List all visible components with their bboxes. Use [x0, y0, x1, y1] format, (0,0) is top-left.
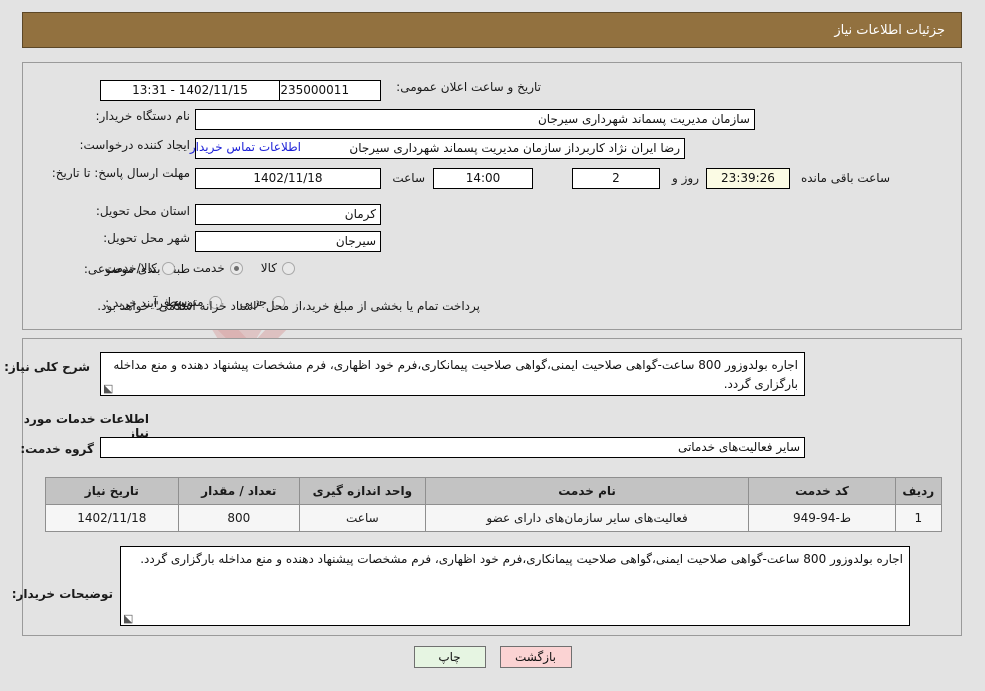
page-header: جزئیات اطلاعات نیاز: [22, 12, 962, 48]
buyer-org-label-row: نام دستگاه خریدار:: [96, 109, 191, 123]
buyer-notes-label: توضیحات خریدار:: [11, 587, 113, 601]
cell-service-code: ط-94-949: [748, 504, 896, 532]
resize-grip-icon[interactable]: ◪: [123, 612, 133, 625]
deadline-label: مهلت ارسال پاسخ: تا تاریخ:: [51, 166, 190, 180]
deadline-label-row: مهلت ارسال پاسخ: تا تاریخ:: [52, 165, 190, 181]
remaining-days-input[interactable]: 2: [572, 168, 660, 189]
radio-option-goods[interactable]: کالا: [261, 261, 295, 275]
announce-datetime-label-row: تاریخ و ساعت اعلان عمومی:: [396, 80, 541, 94]
radio-circle-icon[interactable]: [282, 261, 295, 275]
creator-label-row: ایجاد کننده درخواست:: [79, 138, 190, 152]
summary-textarea[interactable]: اجاره بولدوزور 800 ساعت-گواهی صلاحیت ایم…: [100, 352, 805, 396]
city-label-row: شهر محل تحویل:: [103, 231, 190, 245]
deadline-hour-label: ساعت: [392, 171, 425, 185]
deadline-time-input[interactable]: 14:00: [433, 168, 533, 189]
table-row: 1 ط-94-949 فعالیت‌های سایر سازمان‌های دا…: [45, 504, 943, 532]
col-unit: واحد اندازه گیری: [298, 477, 426, 505]
resize-grip-icon[interactable]: ◪: [103, 382, 113, 395]
days-label: روز و: [672, 171, 699, 185]
radio-option-goods-service[interactable]: کالا/خدمت: [105, 261, 175, 275]
table-header-row: ردیف کد خدمت نام خدمت واحد اندازه گیری ت…: [45, 477, 943, 505]
col-row-no: ردیف: [894, 477, 943, 505]
service-group-input[interactable]: سایر فعالیت‌های خدماتی: [100, 437, 805, 458]
print-button[interactable]: چاپ: [413, 646, 486, 668]
footer-actions: بازگشت چاپ: [0, 646, 985, 668]
buyer-notes-text: اجاره بولدوزور 800 ساعت-گواهی صلاحیت ایم…: [140, 552, 903, 566]
city-input[interactable]: سیرجان: [195, 231, 381, 252]
radio-label-goods: کالا: [260, 261, 277, 275]
deadline-date-input[interactable]: 1402/11/18: [195, 168, 381, 189]
radio-option-service[interactable]: خدمت: [193, 261, 243, 275]
buyer-notes-textarea[interactable]: اجاره بولدوزور 800 ساعت-گواهی صلاحیت ایم…: [120, 546, 910, 626]
process-type-note: پرداخت تمام یا بخشی از مبلغ خرید،از محل …: [97, 299, 480, 313]
col-service-code: کد خدمت: [748, 477, 896, 505]
buyer-org-input[interactable]: سازمان مدیریت پسماند شهرداری سیرجان: [195, 109, 755, 130]
announce-datetime-label: تاریخ و ساعت اعلان عمومی:: [396, 80, 541, 94]
cell-quantity: 800: [177, 504, 300, 532]
city-label: شهر محل تحویل:: [103, 231, 190, 245]
radio-circle-icon[interactable]: [161, 261, 175, 275]
radio-label-service: خدمت: [192, 261, 225, 275]
announce-datetime-input[interactable]: 1402/11/15 - 13:31: [100, 80, 280, 101]
creator-label: ایجاد کننده درخواست:: [79, 138, 190, 152]
summary-text: اجاره بولدوزور 800 ساعت-گواهی صلاحیت ایم…: [113, 358, 798, 391]
province-label-row: استان محل تحویل:: [96, 204, 190, 218]
remaining-label: ساعت باقی مانده: [800, 171, 890, 185]
service-group-label: گروه خدمت:: [20, 442, 94, 456]
cell-row-no: 1: [894, 504, 943, 532]
category-radio-group: کالا خدمت کالا/خدمت: [87, 261, 295, 275]
province-input[interactable]: کرمان: [195, 204, 381, 225]
summary-label: شرح کلی نیاز:: [4, 360, 90, 374]
services-table: ردیف کد خدمت نام خدمت واحد اندازه گیری ت…: [45, 477, 943, 532]
radio-label-goods-service: کالا/خدمت: [104, 261, 157, 275]
cell-service-name: فعالیت‌های سایر سازمان‌های دارای عضو: [424, 504, 750, 532]
services-section-title: اطلاعات خدمات مورد نیاز: [23, 412, 149, 440]
countdown-timer: 23:39:26: [706, 168, 790, 189]
col-quantity: تعداد / مقدار: [177, 477, 300, 505]
cell-unit: ساعت: [298, 504, 426, 532]
back-button[interactable]: بازگشت: [499, 646, 572, 668]
page-title: جزئیات اطلاعات نیاز: [834, 22, 945, 38]
buyer-org-label: نام دستگاه خریدار:: [95, 109, 191, 123]
province-label: استان محل تحویل:: [95, 204, 190, 218]
need-info-panel: [22, 62, 962, 330]
buyer-contact-link[interactable]: اطلاعات تماس خریدار: [190, 140, 301, 154]
cell-need-date: 1402/11/18: [45, 504, 179, 532]
col-need-date: تاریخ نیاز: [45, 477, 179, 505]
col-service-name: نام خدمت: [424, 477, 750, 505]
radio-circle-icon[interactable]: [229, 261, 243, 275]
